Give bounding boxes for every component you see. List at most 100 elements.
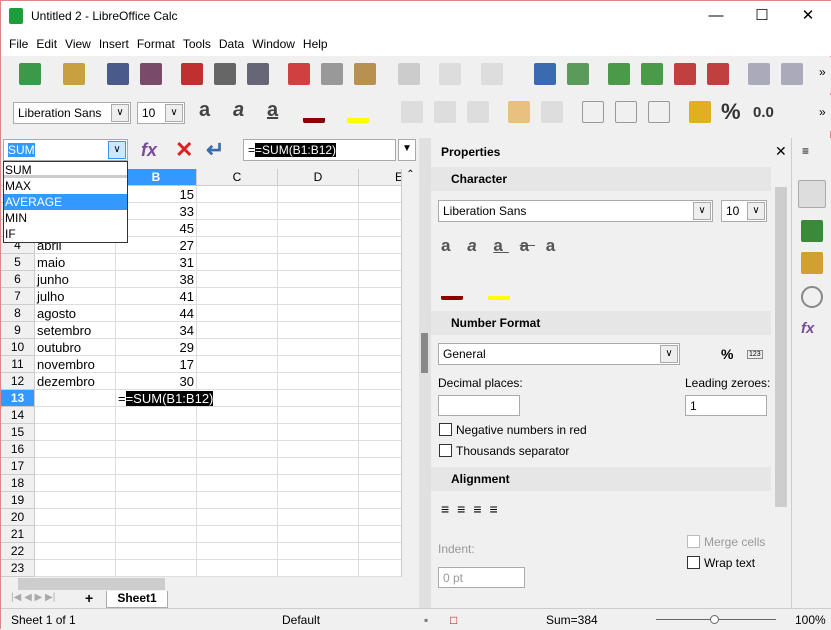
cell-b[interactable]: 33 <box>116 203 197 220</box>
selection-mode-icon[interactable]: ▪ <box>424 613 428 627</box>
cell-c[interactable] <box>197 441 278 458</box>
close-button[interactable]: ✕ <box>785 1 831 31</box>
row-header[interactable]: 8 <box>1 305 35 322</box>
wrap-text-icon[interactable] <box>508 101 530 123</box>
export-pdf-icon[interactable] <box>181 63 203 85</box>
minimize-button[interactable]: — <box>693 1 739 31</box>
font-color-icon[interactable] <box>441 278 463 300</box>
row-header[interactable]: 22 <box>1 543 35 560</box>
cell-d[interactable] <box>278 492 359 509</box>
cell-e[interactable] <box>359 271 401 288</box>
cell-e[interactable] <box>359 356 401 373</box>
cell-a[interactable] <box>35 424 116 441</box>
open-icon[interactable] <box>63 63 85 85</box>
copy-icon[interactable] <box>321 63 343 85</box>
undo-icon[interactable] <box>439 63 461 85</box>
cell-b[interactable]: 44 <box>116 305 197 322</box>
cell-e[interactable] <box>359 526 401 543</box>
column-header-e[interactable]: E <box>359 169 401 186</box>
alignment-section-header[interactable]: Alignment <box>431 467 771 491</box>
vertical-scrollbar[interactable]: ⌃ <box>401 169 419 577</box>
cell-e[interactable] <box>359 509 401 526</box>
cell-d[interactable] <box>278 322 359 339</box>
cell-a[interactable]: novembro <box>35 356 116 373</box>
cell-d[interactable] <box>278 475 359 492</box>
cell-e[interactable] <box>359 390 401 407</box>
cell-c[interactable] <box>197 424 278 441</box>
italic-icon[interactable]: a <box>233 99 244 122</box>
row-header[interactable]: 15 <box>1 424 35 441</box>
clone-formatting-icon[interactable] <box>398 63 420 85</box>
cell-a[interactable]: outubro <box>35 339 116 356</box>
cell-d[interactable] <box>278 356 359 373</box>
cell-b[interactable]: 45 <box>116 220 197 237</box>
cell-d[interactable] <box>278 288 359 305</box>
sum-indicator[interactable]: Sum=384 <box>546 613 598 627</box>
name-box[interactable]: SUM ∨ <box>3 139 128 161</box>
cell-c[interactable] <box>197 186 278 203</box>
function-option-average[interactable]: AVERAGE <box>4 194 127 210</box>
row-header[interactable]: 19 <box>1 492 35 509</box>
zoom-slider[interactable] <box>656 615 776 624</box>
cell-e[interactable] <box>359 186 401 203</box>
currency-icon[interactable] <box>689 101 711 123</box>
align-bottom-icon[interactable] <box>648 101 670 123</box>
cell-e[interactable] <box>359 322 401 339</box>
cell-c[interactable] <box>197 203 278 220</box>
highlight-color-icon[interactable] <box>347 101 369 123</box>
sort-ascending-icon[interactable] <box>748 63 770 85</box>
cell-c[interactable] <box>197 254 278 271</box>
column-header-c[interactable]: C <box>197 169 278 186</box>
cell-a[interactable] <box>35 543 116 560</box>
row-header[interactable]: 21 <box>1 526 35 543</box>
menu-file[interactable]: File <box>5 32 32 56</box>
functions-tab-icon[interactable]: fx <box>801 320 823 342</box>
align-right-icon[interactable] <box>467 101 489 123</box>
cell-e[interactable] <box>359 237 401 254</box>
sidebar-scrollbar[interactable] <box>773 167 789 607</box>
cell-a[interactable] <box>35 492 116 509</box>
cell-c[interactable] <box>197 458 278 475</box>
cell-d[interactable] <box>278 305 359 322</box>
cell-e[interactable] <box>359 543 401 560</box>
cell-d[interactable] <box>278 390 359 407</box>
function-option-min[interactable]: MIN <box>4 210 127 226</box>
cell-a[interactable]: dezembro <box>35 373 116 390</box>
cell-c[interactable] <box>197 339 278 356</box>
delete-row-icon[interactable] <box>674 63 696 85</box>
row-header[interactable]: 16 <box>1 441 35 458</box>
negative-red-checkbox[interactable] <box>439 423 452 436</box>
sheet-tab-sheet1[interactable]: Sheet1 <box>106 591 168 608</box>
character-section-header[interactable]: Character <box>431 167 771 191</box>
cell-c[interactable] <box>197 220 278 237</box>
cell-b[interactable] <box>116 475 197 492</box>
align-middle-icon[interactable] <box>615 101 637 123</box>
print-preview-icon[interactable] <box>247 63 269 85</box>
new-icon[interactable] <box>19 63 41 85</box>
indent-spinner[interactable]: 0 pt <box>438 567 525 588</box>
sheet-nav-icon[interactable]: |◀ ◀ ▶ ▶| <box>11 592 55 603</box>
cell-c[interactable] <box>197 492 278 509</box>
number-format-section-header[interactable]: Number Format <box>431 311 771 335</box>
cell-e[interactable] <box>359 339 401 356</box>
cell-b[interactable] <box>116 543 197 560</box>
row-header[interactable]: 10 <box>1 339 35 356</box>
row-header[interactable]: 13 <box>1 390 35 407</box>
row-header[interactable]: 18 <box>1 475 35 492</box>
function-wizard-icon[interactable]: fx <box>141 140 157 161</box>
cell-a[interactable]: julho <box>35 288 116 305</box>
percent-format-button[interactable]: % <box>721 346 733 362</box>
cell-e[interactable] <box>359 254 401 271</box>
gallery-tab-icon[interactable] <box>801 252 823 274</box>
function-option-sum[interactable]: SUM <box>4 162 127 178</box>
bold-icon[interactable]: a <box>199 99 210 122</box>
cell-c[interactable] <box>197 543 278 560</box>
sidebar-splitter[interactable] <box>419 138 431 608</box>
row-header[interactable]: 9 <box>1 322 35 339</box>
styles-tab-icon[interactable] <box>801 220 823 242</box>
cell-c[interactable] <box>197 356 278 373</box>
horizontal-scrollbar[interactable] <box>1 577 401 591</box>
cell-e[interactable] <box>359 407 401 424</box>
align-left-icon[interactable] <box>401 101 423 123</box>
cell-e[interactable] <box>359 475 401 492</box>
